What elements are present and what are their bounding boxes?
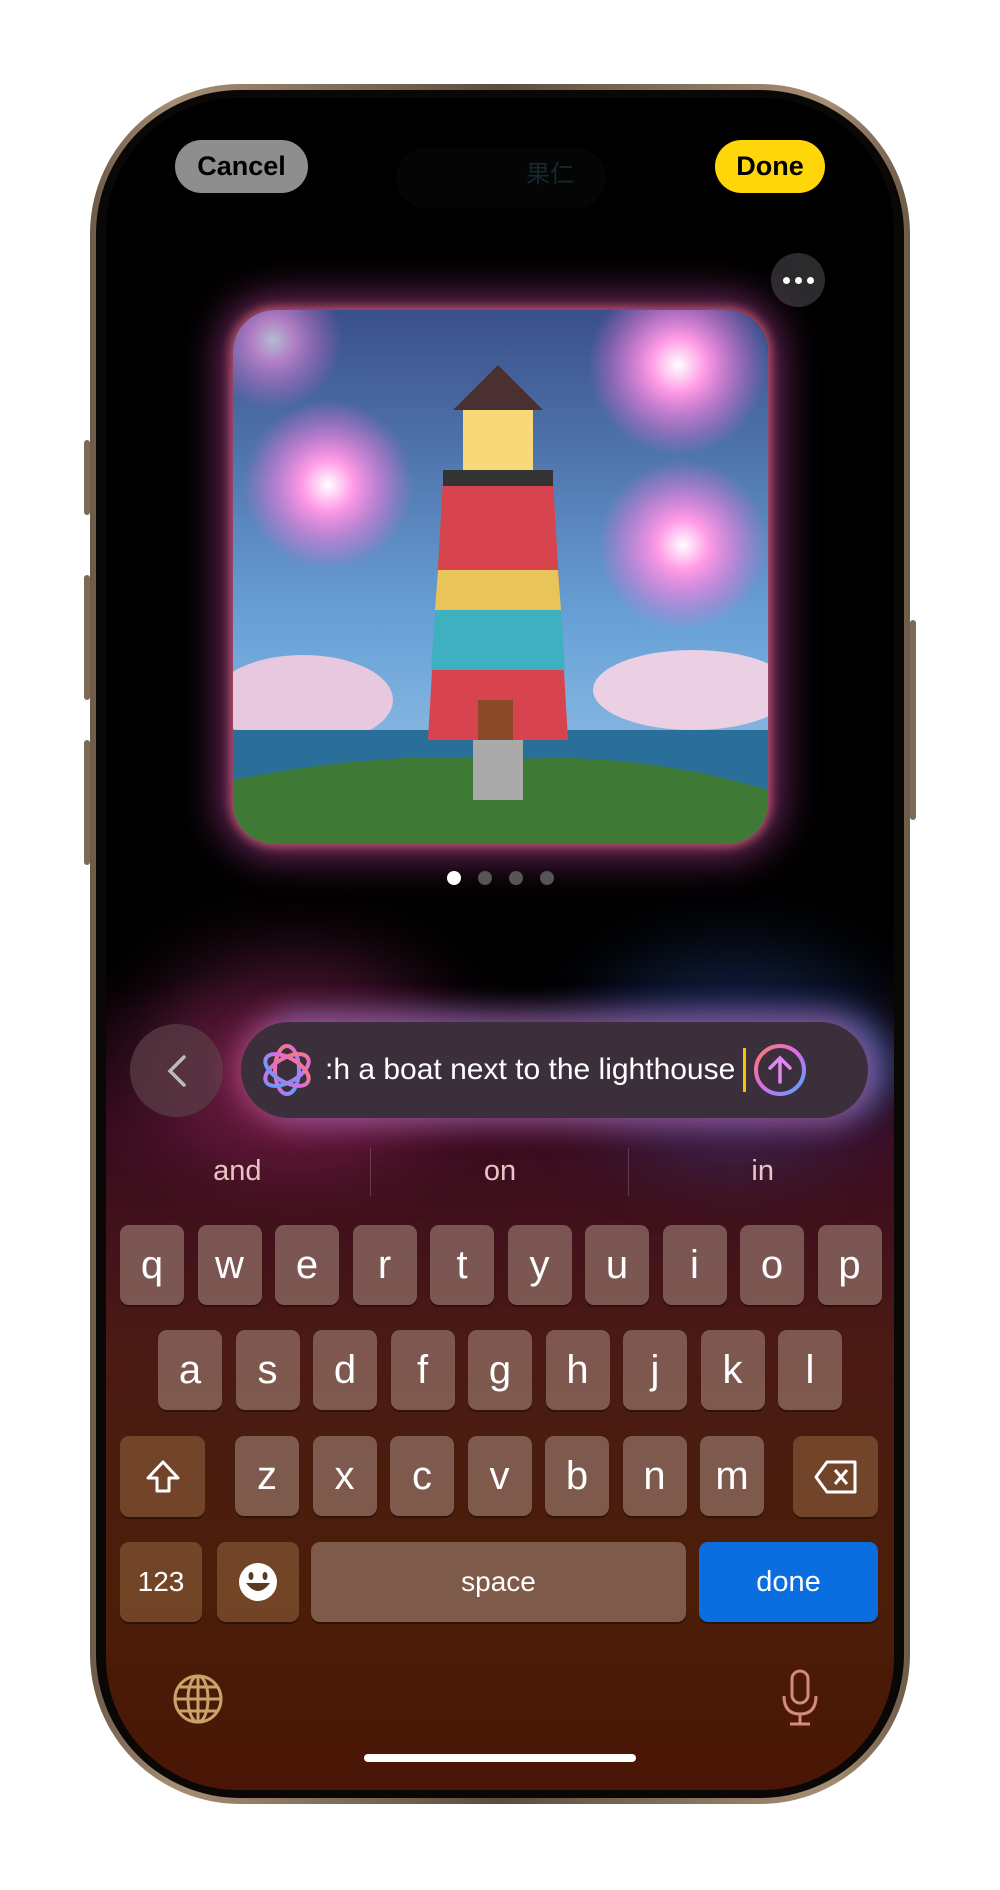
ghost-text: 果仁 <box>526 161 574 188</box>
page-dot[interactable] <box>508 871 523 885</box>
space-key[interactable]: space <box>311 1542 686 1622</box>
key-i[interactable]: i <box>662 1225 727 1305</box>
key-o[interactable]: o <box>740 1225 804 1305</box>
key-w[interactable]: w <box>197 1225 262 1305</box>
generated-image[interactable] <box>233 310 768 844</box>
volume-down-button <box>84 740 90 865</box>
key-u[interactable]: u <box>585 1225 649 1305</box>
key-t[interactable]: t <box>430 1225 494 1305</box>
key-p[interactable]: p <box>817 1225 882 1305</box>
home-indicator[interactable] <box>364 1754 636 1762</box>
emoji-icon <box>239 1563 277 1601</box>
page-dot-active[interactable] <box>446 871 461 885</box>
prompt-input[interactable]: :h a boat next to the lighthouse <box>241 1022 868 1118</box>
volume-up-button <box>84 575 90 700</box>
key-b[interactable]: b <box>545 1436 609 1516</box>
text-caret <box>743 1048 747 1092</box>
arrow-up-circle-icon[interactable] <box>752 1042 808 1098</box>
delete-icon <box>814 1460 856 1493</box>
done-button[interactable]: Done <box>715 140 825 193</box>
suggestion-item[interactable]: in <box>631 1146 894 1196</box>
key-g[interactable]: g <box>468 1330 532 1410</box>
action-button <box>84 440 90 515</box>
page-dot[interactable] <box>539 871 554 885</box>
side-button <box>910 620 916 820</box>
key-x[interactable]: x <box>312 1436 377 1516</box>
key-s[interactable]: s <box>235 1330 300 1410</box>
numbers-key[interactable]: 123 <box>120 1542 202 1622</box>
keyboard-done-key[interactable]: done <box>699 1542 878 1622</box>
suggestion-item[interactable]: and <box>106 1146 369 1196</box>
key-c[interactable]: c <box>390 1436 454 1516</box>
chevron-left-icon <box>167 1054 186 1087</box>
globe-icon[interactable] <box>172 1673 224 1725</box>
key-e[interactable]: e <box>275 1225 339 1305</box>
key-r[interactable]: r <box>352 1225 417 1305</box>
delete-key[interactable] <box>793 1436 878 1517</box>
key-d[interactable]: d <box>313 1330 377 1410</box>
key-z[interactable]: z <box>235 1436 299 1516</box>
divider <box>370 1148 371 1196</box>
dynamic-island <box>396 148 606 208</box>
cancel-button[interactable]: Cancel <box>175 140 308 193</box>
ellipsis-icon <box>782 276 814 284</box>
key-k[interactable]: k <box>700 1330 765 1410</box>
page-dot[interactable] <box>477 871 492 885</box>
suggestion-item[interactable]: on <box>369 1146 632 1196</box>
key-l[interactable]: l <box>778 1330 842 1410</box>
key-n[interactable]: n <box>622 1436 687 1516</box>
key-h[interactable]: h <box>545 1330 610 1410</box>
more-button[interactable] <box>771 253 825 307</box>
divider <box>628 1148 629 1196</box>
screen: 果仁 Cancel Done:h a boat next to the lig… <box>106 98 894 1790</box>
emoji-key[interactable] <box>217 1542 299 1622</box>
lighthouse-image <box>233 310 768 844</box>
page-indicator[interactable] <box>106 871 894 885</box>
prompt-text[interactable]: :h a boat next to the lighthouse <box>325 1053 735 1087</box>
key-v[interactable]: v <box>467 1436 532 1516</box>
shift-key[interactable] <box>120 1436 205 1517</box>
key-m[interactable]: m <box>700 1436 764 1516</box>
suggestion-bar: and on in <box>106 1146 894 1196</box>
back-button[interactable] <box>130 1024 223 1117</box>
key-q[interactable]: q <box>120 1225 184 1305</box>
key-j[interactable]: j <box>623 1330 687 1410</box>
key-y[interactable]: y <box>507 1225 572 1305</box>
key-f[interactable]: f <box>390 1330 455 1410</box>
key-a[interactable]: a <box>158 1330 222 1410</box>
image-playground-icon <box>263 1044 311 1096</box>
microphone-icon[interactable] <box>780 1668 820 1728</box>
shift-icon <box>146 1460 179 1492</box>
